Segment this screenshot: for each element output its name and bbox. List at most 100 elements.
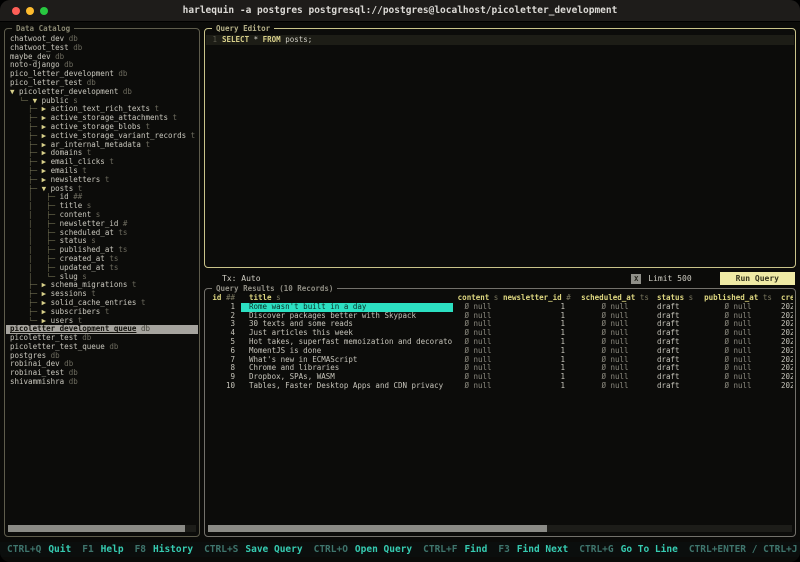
result-cell[interactable]: draft	[653, 312, 699, 321]
result-cell[interactable]: Ø null	[453, 364, 503, 373]
result-cell[interactable]: Ø null	[453, 382, 503, 391]
tree-item-ar_internal_metadata[interactable]: ├─ ▶ ar_internal_metadata t	[6, 141, 198, 150]
zoom-window-icon[interactable]	[40, 7, 48, 15]
tree-item-id[interactable]: │ ├─ id ##	[6, 193, 198, 202]
result-cell[interactable]: Ø null	[577, 364, 653, 373]
result-cell[interactable]: Ø null	[577, 373, 653, 382]
keybinding-find[interactable]: CTRL+FFind	[423, 544, 487, 555]
tree-item-robinai_dev[interactable]: robinai_dev db	[6, 360, 198, 369]
result-cell[interactable]: 2	[207, 312, 241, 321]
result-cell[interactable]: 1	[503, 303, 577, 312]
tree-item-sessions[interactable]: ├─ ▶ sessions t	[6, 290, 198, 299]
tree-item-postgres[interactable]: postgres db	[6, 352, 198, 361]
result-cell[interactable]: Ø null	[453, 356, 503, 365]
result-cell[interactable]: Ø null	[453, 329, 503, 338]
limit-checkbox[interactable]: X	[631, 274, 641, 284]
result-cell[interactable]: Tables, Faster Desktop Apps and CDN priv…	[241, 382, 453, 391]
result-cell[interactable]: 1	[503, 356, 577, 365]
keybinding-quit[interactable]: CTRL+QQuit	[7, 544, 71, 555]
result-cell[interactable]: Chrome and libraries	[241, 364, 453, 373]
result-cell[interactable]: 2025	[777, 303, 793, 312]
keybinding-help[interactable]: F1Help	[82, 544, 123, 555]
tree-item-status[interactable]: │ ├─ status s	[6, 237, 198, 246]
result-cell[interactable]: draft	[653, 373, 699, 382]
result-cell[interactable]: 1	[503, 364, 577, 373]
result-cell[interactable]: Ø null	[699, 303, 777, 312]
result-cell[interactable]: 1	[503, 329, 577, 338]
result-cell[interactable]: Ø null	[699, 382, 777, 391]
result-row-3[interactable]: 330 texts and some readsØ null1Ø nulldra…	[207, 320, 793, 329]
result-cell[interactable]: Ø null	[453, 312, 503, 321]
result-cell[interactable]: 5	[207, 338, 241, 347]
tree-item-subscribers[interactable]: ├─ ▶ subscribers t	[6, 308, 198, 317]
result-cell[interactable]: draft	[653, 303, 699, 312]
column-header-crea[interactable]: crea	[777, 294, 793, 303]
tree-item-picoletter_development[interactable]: ▼ picoletter_development db	[6, 88, 198, 97]
column-header-id[interactable]: id ##	[207, 294, 241, 303]
result-cell[interactable]: 1	[503, 338, 577, 347]
query-editor-panel[interactable]: Query Editor 1SELECT * FROM posts;	[204, 28, 796, 268]
result-cell[interactable]: 2024	[777, 364, 793, 373]
result-cell[interactable]: 1	[503, 382, 577, 391]
result-cell[interactable]: 4	[207, 329, 241, 338]
result-cell[interactable]: Ø null	[699, 364, 777, 373]
column-header-newsletter_id[interactable]: newsletter_id #	[503, 294, 577, 303]
result-cell[interactable]: 2024	[777, 338, 793, 347]
tree-item-title[interactable]: │ ├─ title s	[6, 202, 198, 211]
result-cell[interactable]: 2025	[777, 320, 793, 329]
result-cell[interactable]: Ø null	[577, 347, 653, 356]
result-row-9[interactable]: 9Dropbox, SPAs, WASMØ null1Ø nulldraftØ …	[207, 373, 793, 382]
result-cell[interactable]: Ø null	[699, 312, 777, 321]
result-cell[interactable]: 1	[503, 312, 577, 321]
result-cell[interactable]: Ø null	[577, 312, 653, 321]
result-row-5[interactable]: 5Hot takes, superfast memoization and de…	[207, 338, 793, 347]
tree-item-schema_migrations[interactable]: ├─ ▶ schema_migrations t	[6, 281, 198, 290]
column-header-status[interactable]: status s	[653, 294, 699, 303]
tree-item-slug[interactable]: │ └─ slug s	[6, 273, 198, 282]
result-row-8[interactable]: 8Chrome and librariesØ null1Ø nulldraftØ…	[207, 364, 793, 373]
tree-item-content[interactable]: │ ├─ content s	[6, 211, 198, 220]
results-hscrollbar[interactable]	[208, 525, 792, 532]
result-cell[interactable]: Ø null	[453, 303, 503, 312]
result-cell[interactable]: Ø null	[577, 329, 653, 338]
column-header-title[interactable]: title s	[241, 294, 453, 303]
result-cell[interactable]: What's new in ECMAScript	[241, 356, 453, 365]
result-row-4[interactable]: 4Just articles this weekØ null1Ø nulldra…	[207, 329, 793, 338]
result-cell[interactable]: 10	[207, 382, 241, 391]
minimize-window-icon[interactable]	[26, 7, 34, 15]
tree-item-chatwoot_dev[interactable]: chatwoot_dev db	[6, 35, 198, 44]
limit-label[interactable]: Limit 500	[648, 274, 691, 283]
transaction-mode-label[interactable]: Tx: Auto	[222, 274, 261, 283]
tree-item-users[interactable]: └─ ▶ users t	[6, 317, 198, 326]
result-cell[interactable]: 1	[503, 320, 577, 329]
result-cell[interactable]: draft	[653, 382, 699, 391]
result-cell[interactable]: Ø null	[453, 373, 503, 382]
result-cell[interactable]: Ø null	[453, 338, 503, 347]
keybinding-save-query[interactable]: CTRL+SSave Query	[204, 544, 303, 555]
tree-item-scheduled_at[interactable]: │ ├─ scheduled_at ts	[6, 229, 198, 238]
tree-item-created_at[interactable]: │ ├─ created_at ts	[6, 255, 198, 264]
tree-item-pico_letter_development[interactable]: pico_letter_development db	[6, 70, 198, 79]
tree-item-domains[interactable]: ├─ ▶ domains t	[6, 149, 198, 158]
tree-item-published_at[interactable]: │ ├─ published_at ts	[6, 246, 198, 255]
catalog-hscrollbar[interactable]	[8, 525, 196, 532]
keybinding-history[interactable]: F8History	[135, 544, 194, 555]
tree-item-action_text_rich_texts[interactable]: ├─ ▶ action_text_rich_texts t	[6, 105, 198, 114]
result-cell[interactable]: 3	[207, 320, 241, 329]
result-cell[interactable]: 2024	[777, 329, 793, 338]
result-cell[interactable]: draft	[653, 338, 699, 347]
tree-item-newsletters[interactable]: ├─ ▶ newsletters t	[6, 176, 198, 185]
result-cell[interactable]: draft	[653, 329, 699, 338]
tree-item-posts[interactable]: ├─ ▼ posts t	[6, 185, 198, 194]
catalog-hscrollbar-thumb[interactable]	[8, 525, 185, 532]
column-header-scheduled_at[interactable]: scheduled_at ts	[577, 294, 653, 303]
tree-item-active_storage_variant_records[interactable]: ├─ ▶ active_storage_variant_records t	[6, 132, 198, 141]
tree-item-noto-django[interactable]: noto-django db	[6, 61, 198, 70]
result-cell[interactable]: 8	[207, 364, 241, 373]
run-query-button[interactable]: Run Query	[720, 272, 795, 285]
result-row-6[interactable]: 6MomentJS is doneØ null1Ø nulldraftØ nul…	[207, 347, 793, 356]
result-cell[interactable]: 2024	[777, 356, 793, 365]
result-cell[interactable]: 1	[503, 347, 577, 356]
tree-item-picoletter_test[interactable]: picoletter_test db	[6, 334, 198, 343]
tree-item-maybe_dev[interactable]: maybe_dev db	[6, 53, 198, 62]
